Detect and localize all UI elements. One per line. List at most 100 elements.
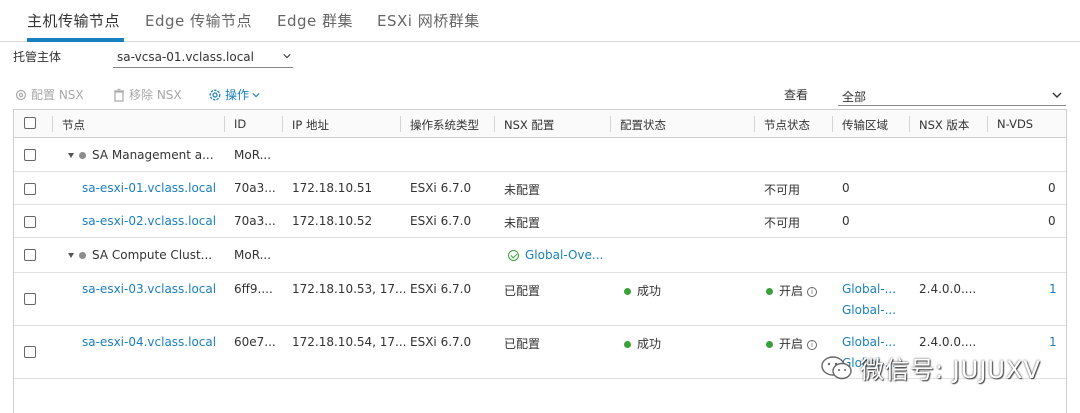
managed-by-label: 托管主体 xyxy=(13,50,62,64)
row-checkbox[interactable] xyxy=(24,149,36,161)
configure-nsx-label: 配置 NSX xyxy=(31,88,84,102)
tab-bar: 主机传输节点 Edge 传输节点 Edge 群集 ESXi 网桥群集 xyxy=(0,0,1080,42)
node-name: SA Compute Clust... xyxy=(92,248,213,262)
nsx-config-cell: 已配置 xyxy=(504,284,541,298)
chevron-down-icon xyxy=(252,92,260,97)
expand-caret-icon[interactable] xyxy=(68,153,74,158)
tab-edge-transport-nodes[interactable]: Edge 传输节点 xyxy=(145,10,252,31)
node-status-cell: 开启 i xyxy=(766,335,818,352)
active-tab-indicator xyxy=(27,38,124,42)
row-checkbox[interactable] xyxy=(24,346,36,358)
ip-cell: 172.18.10.54, 17... xyxy=(292,335,407,349)
table-row[interactable]: sa-esxi-01.vclass.local 70a3... 172.18.1… xyxy=(14,172,1066,205)
gear-cloud-icon xyxy=(15,89,27,100)
id-cell: 60e7... xyxy=(234,335,276,349)
transport-zone-link[interactable]: Global-... xyxy=(842,282,896,296)
column-header-config-status[interactable]: 配置状态 xyxy=(620,117,666,133)
node-status-cell: 开启 i xyxy=(766,282,818,299)
table-row[interactable]: sa-esxi-03.vclass.local 6ff9.... 172.18.… xyxy=(14,273,1066,326)
nsx-version-cell: 2.4.0.0.... xyxy=(919,282,977,296)
row-checkbox[interactable] xyxy=(24,216,36,228)
row-checkbox[interactable] xyxy=(24,183,36,195)
actions-menu-button[interactable]: 操作 xyxy=(208,86,260,103)
column-header-ip[interactable]: IP 地址 xyxy=(292,117,329,133)
table-row[interactable]: SA Management a... MoR... xyxy=(14,138,1066,172)
node-status-text: 开启 xyxy=(779,337,804,351)
table-row[interactable]: SA Compute Clust... MoR... Global-Ove... xyxy=(14,238,1066,273)
id-cell: 6ff9.... xyxy=(234,282,273,296)
chevron-down-icon xyxy=(283,54,291,59)
info-icon[interactable]: i xyxy=(807,286,818,297)
os-cell: ESXi 6.7.0 xyxy=(410,214,472,228)
column-header-nsx-version[interactable]: NSX 版本 xyxy=(919,117,969,133)
actions-label: 操作 xyxy=(225,88,250,102)
config-status-text: 成功 xyxy=(637,284,662,298)
success-dot-icon xyxy=(624,341,631,348)
ip-cell: 172.18.10.53, 17... xyxy=(292,282,407,296)
view-label: 查看 xyxy=(784,88,809,102)
row-checkbox[interactable] xyxy=(24,249,36,261)
up-dot-icon xyxy=(766,288,773,295)
node-status-cell: 不可用 xyxy=(764,216,801,230)
node-link[interactable]: sa-esxi-01.vclass.local xyxy=(82,181,216,195)
column-header-node-status[interactable]: 节点状态 xyxy=(764,117,810,133)
table-row[interactable]: sa-esxi-02.vclass.local 70a3... 172.18.1… xyxy=(14,205,1066,238)
select-all-checkbox[interactable] xyxy=(24,117,36,129)
managed-by-value: sa-vcsa-01.vclass.local xyxy=(117,50,254,64)
column-header-os-type[interactable]: 操作系统类型 xyxy=(410,117,479,133)
transport-zone-link[interactable]: Global-... xyxy=(842,303,896,317)
os-cell: ESXi 6.7.0 xyxy=(410,335,472,349)
node-cell: SA Compute Clust... xyxy=(68,248,212,262)
config-status-cell: 成功 xyxy=(624,282,661,299)
node-link[interactable]: sa-esxi-04.vclass.local xyxy=(82,335,216,349)
node-link[interactable]: sa-esxi-03.vclass.local xyxy=(82,282,216,296)
remove-nsx-label: 移除 NSX xyxy=(129,88,182,102)
remove-nsx-button[interactable]: 移除 NSX xyxy=(112,86,182,103)
transport-zone-cell: 0 xyxy=(842,214,850,228)
wechat-logo-icon xyxy=(821,355,852,379)
column-header-nsx-config[interactable]: NSX 配置 xyxy=(504,117,554,133)
check-circle-icon xyxy=(508,250,519,261)
node-link[interactable]: sa-esxi-02.vclass.local xyxy=(82,214,216,228)
id-cell: 70a3... xyxy=(234,214,276,228)
nsx-config-profile-link[interactable]: Global-Ove... xyxy=(508,248,603,262)
nvds-link[interactable]: 1 xyxy=(1049,335,1057,349)
view-filter-select[interactable]: 全部 xyxy=(838,84,1066,106)
profile-name: Global-Ove... xyxy=(525,248,604,262)
id-cell: 70a3... xyxy=(234,181,276,195)
column-header-node[interactable]: 节点 xyxy=(62,117,85,133)
transport-zone-link[interactable]: Global-... xyxy=(842,335,896,349)
info-icon[interactable]: i xyxy=(807,339,818,350)
row-checkbox[interactable] xyxy=(24,293,36,305)
nvds-cell: 0 xyxy=(1048,181,1056,195)
node-status-text: 开启 xyxy=(779,284,804,298)
chevron-down-icon xyxy=(1052,92,1062,98)
expand-caret-icon[interactable] xyxy=(68,253,74,258)
nsx-config-cell: 已配置 xyxy=(504,337,541,351)
managed-by-select[interactable]: sa-vcsa-01.vclass.local xyxy=(113,48,293,68)
tab-esxi-bridge-clusters[interactable]: ESXi 网桥群集 xyxy=(377,10,480,31)
transport-zone-cell: 0 xyxy=(842,181,850,195)
up-dot-icon xyxy=(766,341,773,348)
config-status-text: 成功 xyxy=(637,337,662,351)
os-cell: ESXi 6.7.0 xyxy=(410,181,472,195)
nsx-config-cell: 未配置 xyxy=(504,183,541,197)
config-status-cell: 成功 xyxy=(624,335,661,352)
column-header-transport-zone[interactable]: 传输区域 xyxy=(842,117,888,133)
ip-cell: 172.18.10.51 xyxy=(292,181,373,195)
column-header-nvds[interactable]: N-VDS xyxy=(997,117,1033,131)
node-cell: SA Management a... xyxy=(68,148,214,162)
tab-edge-clusters[interactable]: Edge 群集 xyxy=(277,10,353,31)
view-filter-value: 全部 xyxy=(842,90,867,104)
tab-host-transport-nodes[interactable]: 主机传输节点 xyxy=(27,10,120,31)
os-cell: ESXi 6.7.0 xyxy=(410,282,472,296)
success-dot-icon xyxy=(624,288,631,295)
column-header-id[interactable]: ID xyxy=(234,117,246,131)
grid-header: 节点 ID IP 地址 操作系统类型 NSX 配置 配置状态 节点状态 传输区域… xyxy=(14,110,1066,138)
watermark-text: 微信号: JUJUXV xyxy=(860,356,1041,384)
nvds-link[interactable]: 1 xyxy=(1049,282,1057,296)
configure-nsx-button[interactable]: 配置 NSX xyxy=(14,86,84,103)
nsx-version-cell: 2.4.0.0.... xyxy=(919,335,977,349)
nsx-config-cell: 未配置 xyxy=(504,216,541,230)
gear-icon xyxy=(209,89,221,100)
